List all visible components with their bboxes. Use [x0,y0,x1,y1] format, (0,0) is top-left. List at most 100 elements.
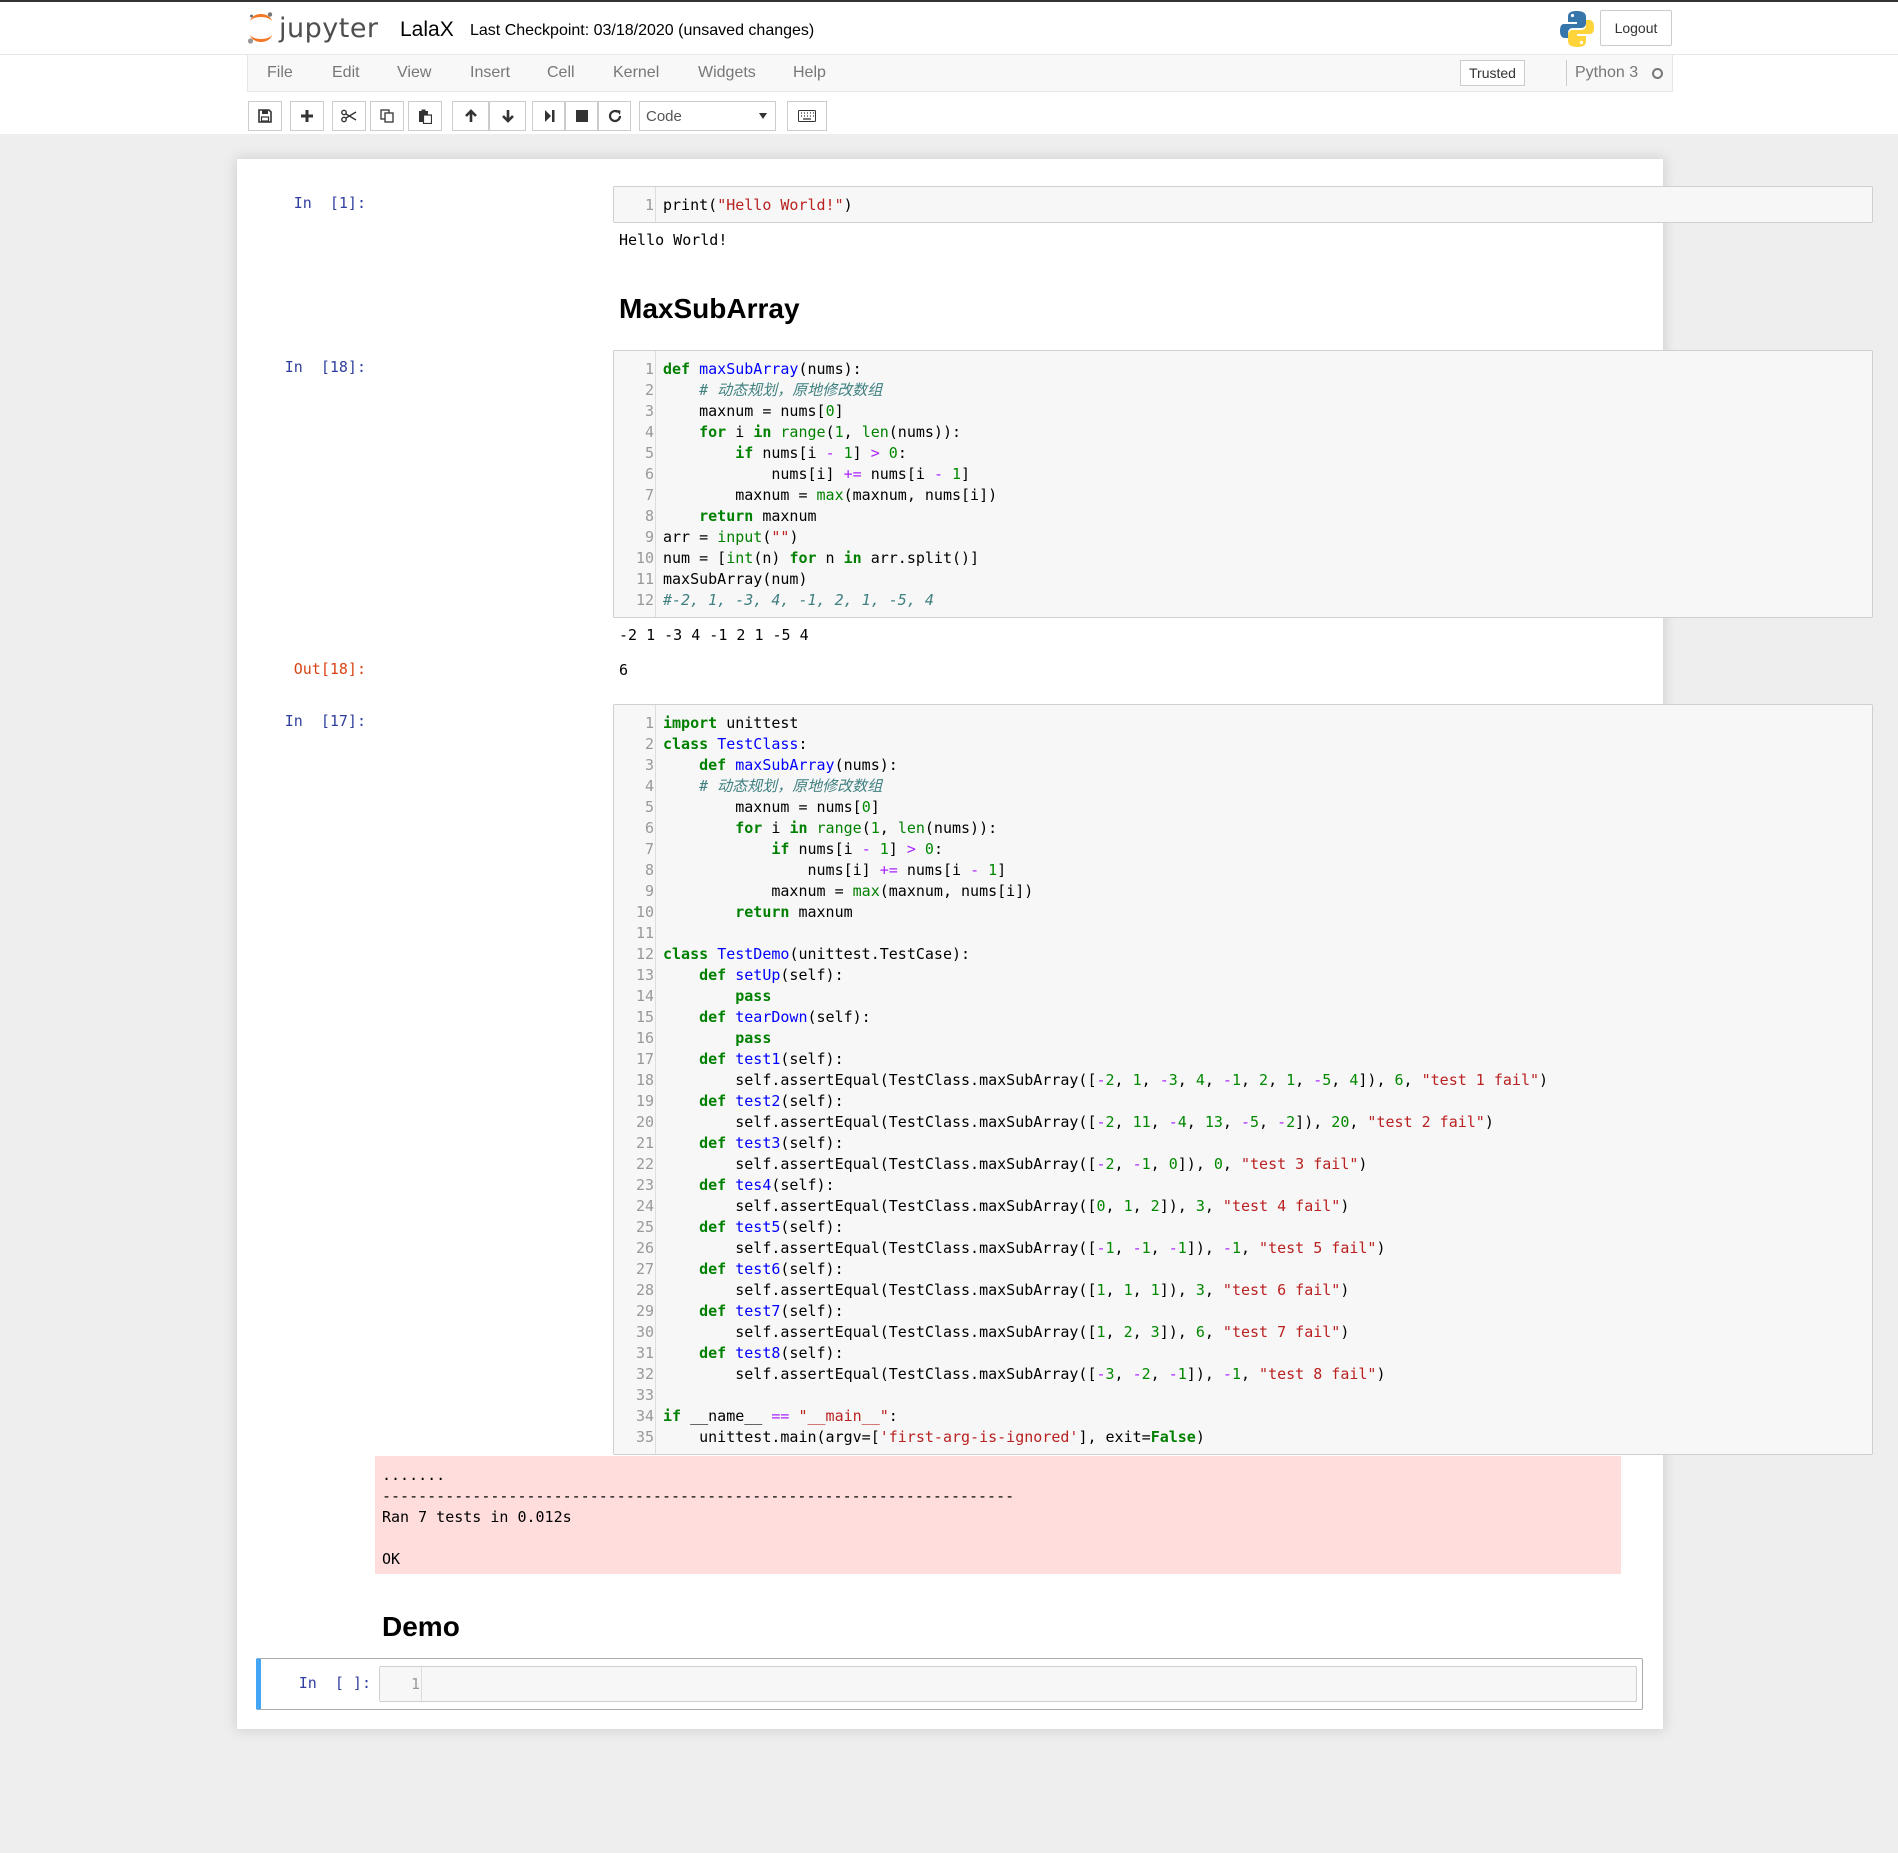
code-operator: - [1222,1071,1232,1089]
move-down-button[interactable] [489,101,526,131]
code-input-area[interactable]: 1 import unittest 2 class TestClass: 3 def m… [613,704,1873,1455]
cut-button[interactable] [332,101,366,131]
notebook-name[interactable]: LalaX [400,18,454,42]
code-line: 16 pass [614,1028,1872,1049]
code-editor[interactable]: 1 def maxSubArray(nums): 2 # 动态规划，原地修改数组 3 … [614,359,1872,611]
line-number: 17 [635,1050,654,1068]
code-number: 2 [1105,1071,1115,1089]
selected-cell[interactable]: In [ ]: 1 [256,1658,1643,1710]
cell-stdout: -2 1 -3 4 -1 2 1 -5 4 [619,626,809,644]
code-line: 17 def test1(self): [614,1049,1872,1070]
menu-view[interactable]: View [397,64,431,82]
code-number: 13 [1204,1113,1223,1131]
save-button[interactable] [248,101,282,131]
paste-button[interactable] [408,101,442,131]
code-string: "" [771,528,790,546]
code-number: 3 [1105,1365,1115,1383]
code-number: 2 [1123,1323,1133,1341]
menu-kernel[interactable]: Kernel [613,64,659,82]
code-function-name: TestDemo [717,945,790,963]
code-line: 5 maxnum = nums[0] [614,797,1872,818]
kernel-divider [1566,60,1567,86]
restart-button[interactable] [598,101,631,131]
trusted-indicator[interactable]: Trusted [1460,60,1525,86]
code-number: 1 [1141,1155,1151,1173]
code-line: 6 nums[i] += nums[i - 1] [614,464,1872,485]
chevron-down-icon [759,113,767,119]
input-prompt: In [ ]: [298,1674,371,1692]
paste-icon [418,109,432,124]
line-number: 8 [644,507,654,525]
code-number: 0 [1168,1155,1178,1173]
code-line: 24 self.assertEqual(TestClass.maxSubArra… [614,1196,1872,1217]
code-line: 23 def tes4(self): [614,1175,1872,1196]
code-input-area[interactable]: 1 def maxSubArray(nums): 2 # 动态规划，原地修改数组 3 … [613,350,1873,618]
menu-cell[interactable]: Cell [547,64,575,82]
code-line: 28 self.assertEqual(TestClass.maxSubArra… [614,1280,1872,1301]
code-number: 1 [1231,1365,1241,1383]
code-operator: - [1168,1365,1178,1383]
menu-help[interactable]: Help [793,64,826,82]
code-keyword: if [771,840,790,858]
code-keyword: return [699,507,754,525]
cell-output: Hello World! [619,231,728,249]
code-number: 2 [1259,1071,1269,1089]
logout-button[interactable]: Logout [1600,10,1672,46]
code-keyword: def [699,1302,727,1320]
code-line: 5 if nums[i - 1] > 0: [614,443,1872,464]
code-line: 1 def maxSubArray(nums): [614,359,1872,380]
code-keyword: class [663,945,709,963]
code-operator: - [825,444,835,462]
run-button[interactable] [532,101,565,131]
menu-file[interactable]: File [267,64,293,82]
jupyter-logo-text: jupyter [279,12,379,44]
code-operator: - [861,840,871,858]
code-function-name: maxSubArray [735,756,835,774]
code-keyword: for [735,819,763,837]
copy-button[interactable] [370,101,404,131]
code-line: 9 arr = input("") [614,527,1872,548]
line-number: 15 [635,1008,654,1026]
code-keyword: in [843,549,862,567]
code-number: 3 [1195,1281,1205,1299]
code-number: 1 [1123,1197,1133,1215]
line-number: 12 [635,591,654,609]
code-input-area[interactable]: 1 [379,1666,1637,1702]
markdown-heading: Demo [382,1611,460,1642]
code-operator: - [933,465,943,483]
code-line: 9 maxnum = max(maxnum, nums[i]) [614,881,1872,902]
code-number: 1 [879,840,889,858]
code-operator: > [906,840,916,858]
arrow-down-icon [501,109,515,123]
jupyter-logo[interactable]: jupyter [247,8,379,48]
line-number: 10 [635,549,654,567]
code-function-name: setUp [735,966,781,984]
interrupt-button[interactable] [565,101,598,131]
line-number: 10 [635,903,654,921]
code-editor[interactable]: 1 [380,1674,1636,1695]
cell-type-select[interactable]: Code [639,101,776,131]
code-number: 4 [1349,1071,1359,1089]
kernel-name[interactable]: Python 3 [1575,64,1638,82]
cut-icon [341,109,357,123]
menu-edit[interactable]: Edit [332,64,360,82]
code-operator: - [1132,1155,1142,1173]
code-operator: - [1277,1113,1287,1131]
code-input-area[interactable]: 1 print("Hello World!") [613,186,1873,223]
move-up-button[interactable] [452,101,489,131]
code-operator: - [1096,1113,1106,1131]
insert-cell-button[interactable] [290,101,324,131]
menu-widgets[interactable]: Widgets [698,64,756,82]
code-editor[interactable]: 1 import unittest 2 class TestClass: 3 def m… [614,713,1872,1448]
command-palette-button[interactable] [787,101,827,131]
line-number: 18 [635,1071,654,1089]
code-editor[interactable]: 1 print("Hello World!") [614,195,1872,216]
code-operator: > [870,444,880,462]
code-operator: == [771,1407,790,1425]
menu-insert[interactable]: Insert [470,64,510,82]
code-line: 6 for i in range(1, len(nums)): [614,818,1872,839]
line-number: 24 [635,1197,654,1215]
code-builtin: len [861,423,889,441]
code-operator: - [1096,1239,1106,1257]
code-line: 32 self.assertEqual(TestClass.maxSubArra… [614,1364,1872,1385]
